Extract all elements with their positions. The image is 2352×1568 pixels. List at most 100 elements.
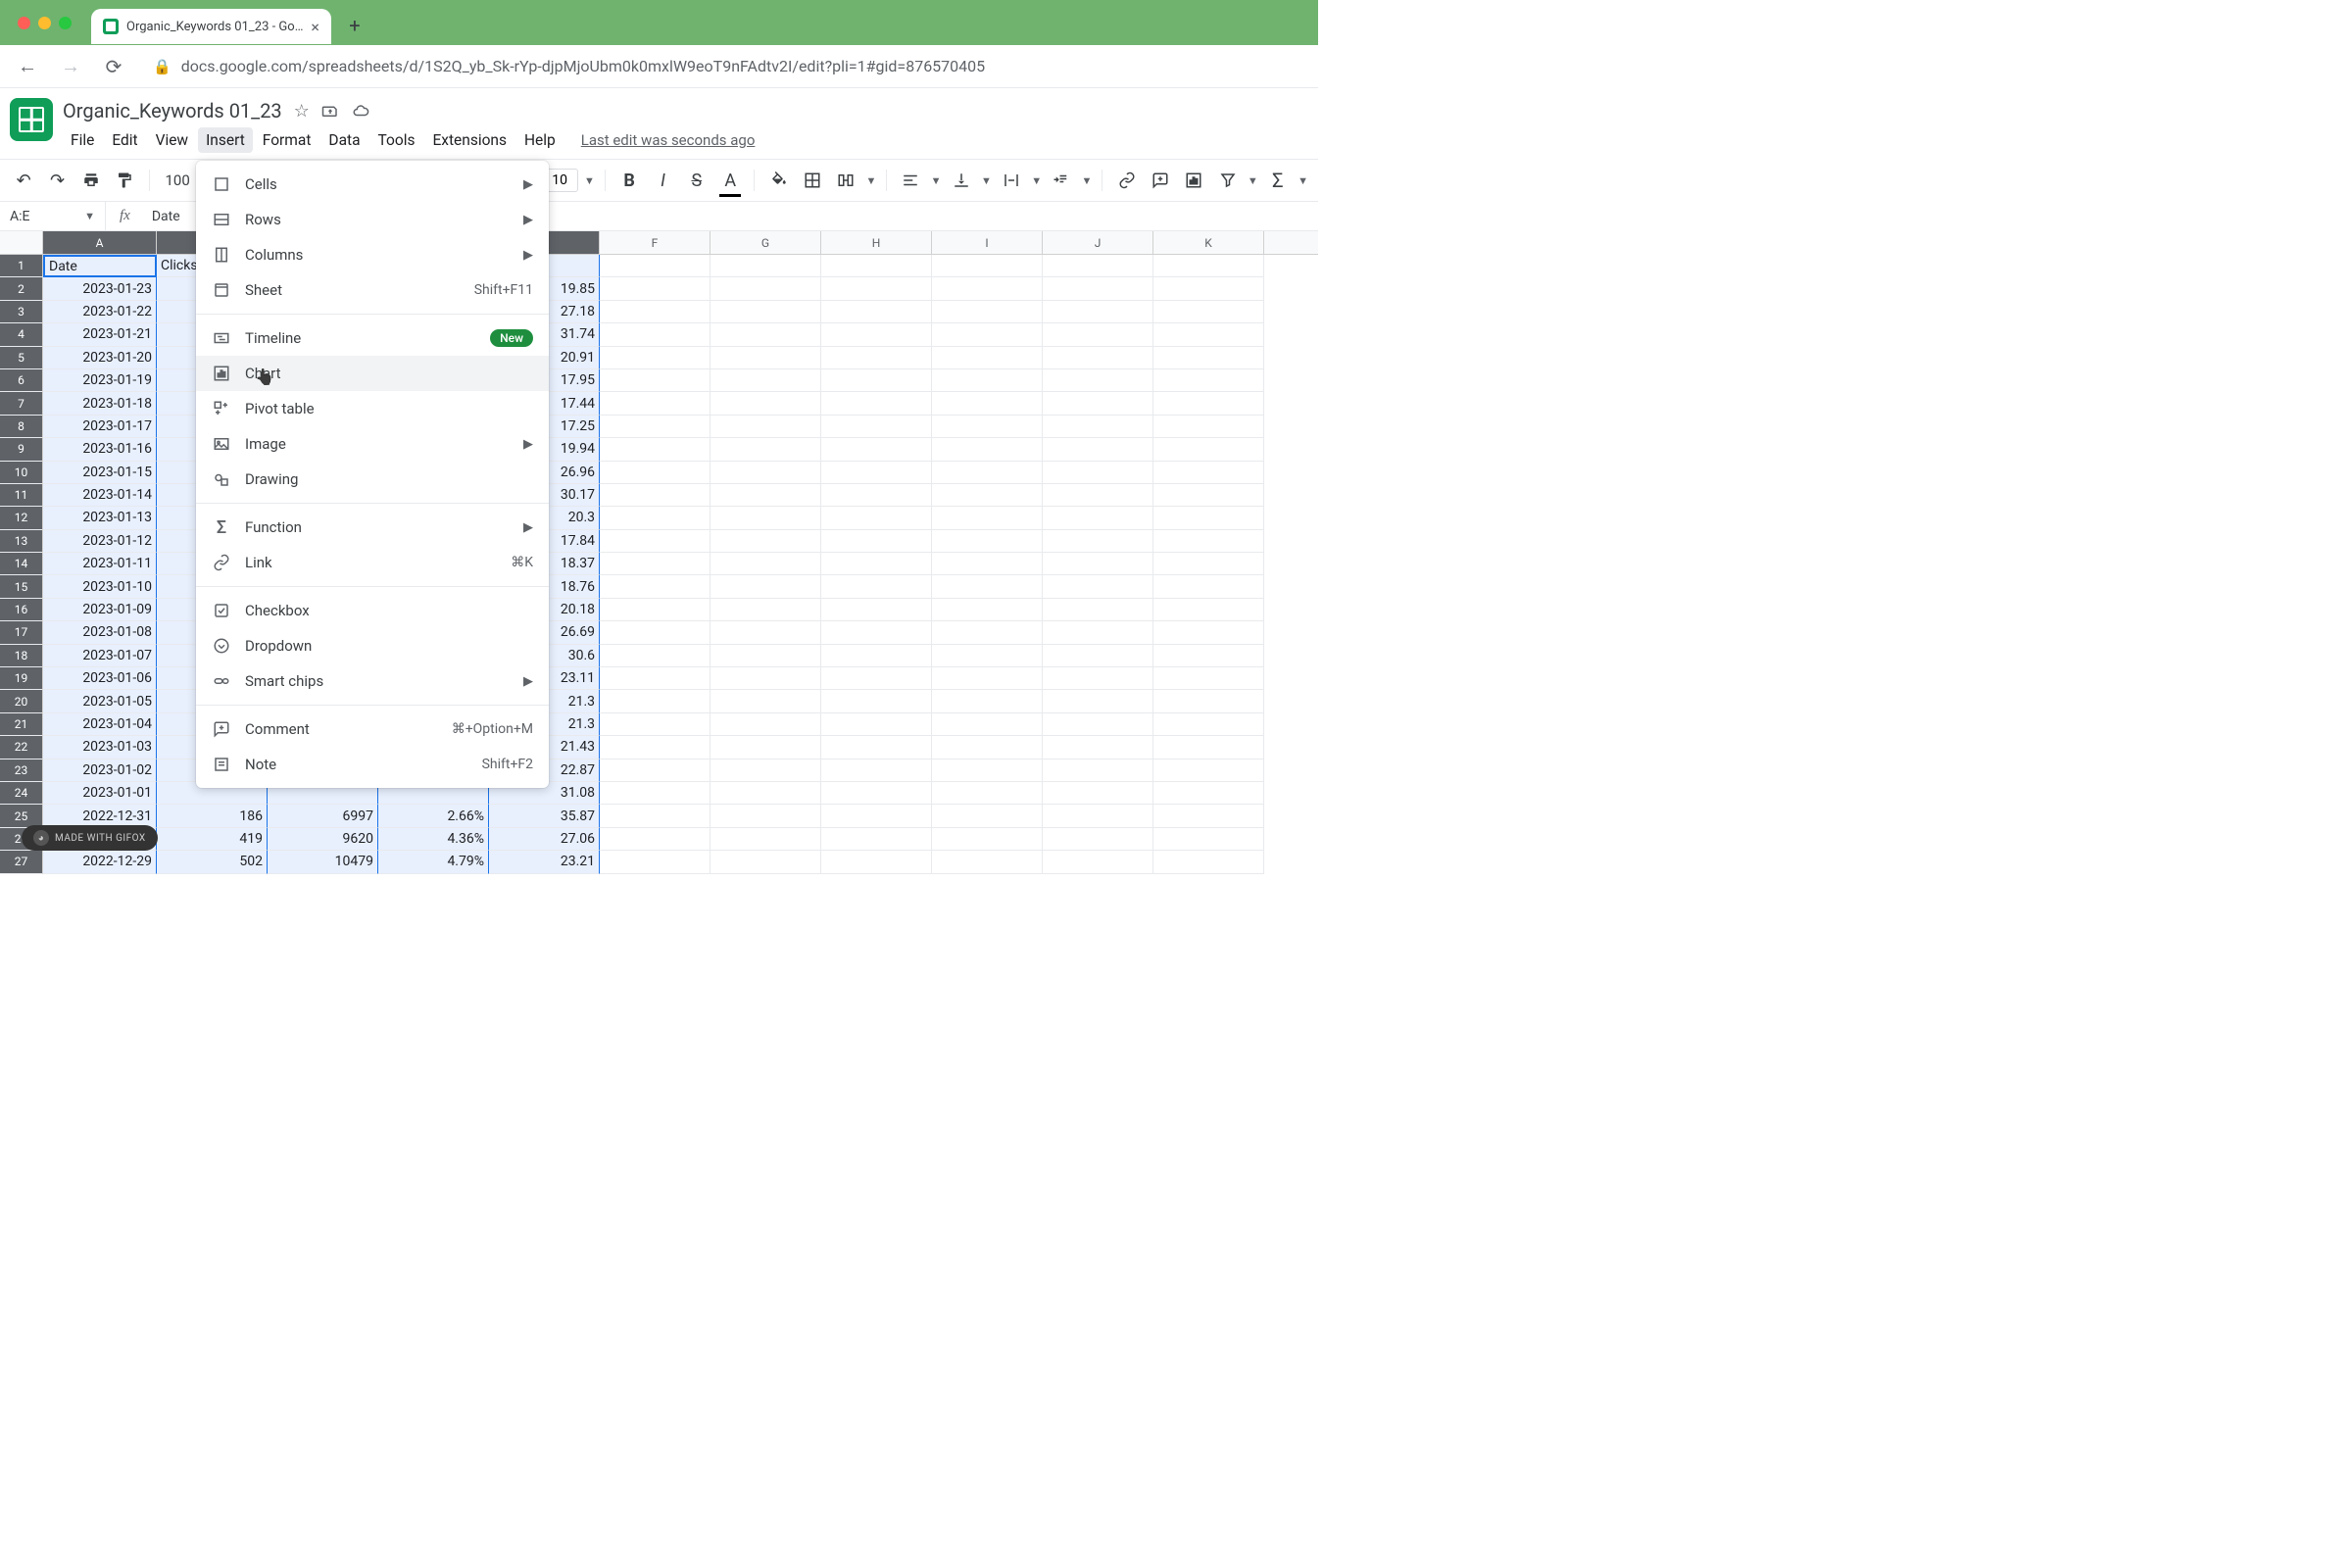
cell[interactable] bbox=[600, 645, 710, 667]
cell[interactable]: 2023-01-15 bbox=[43, 462, 157, 484]
cell[interactable] bbox=[1043, 255, 1153, 277]
cell[interactable]: 6997 bbox=[268, 805, 378, 827]
cell[interactable] bbox=[710, 805, 821, 827]
cell[interactable] bbox=[932, 255, 1043, 277]
cell[interactable] bbox=[821, 416, 932, 438]
cell[interactable]: 2023-01-22 bbox=[43, 301, 157, 323]
cell[interactable] bbox=[1043, 553, 1153, 575]
cell[interactable] bbox=[821, 782, 932, 805]
cell[interactable] bbox=[710, 484, 821, 507]
row-header[interactable]: 13 bbox=[0, 530, 43, 553]
cell[interactable]: 2023-01-14 bbox=[43, 484, 157, 507]
cell[interactable] bbox=[710, 277, 821, 300]
insert-comment-button[interactable] bbox=[1147, 166, 1174, 195]
cell[interactable]: 2023-01-23 bbox=[43, 277, 157, 300]
cell[interactable]: 27.06 bbox=[489, 828, 600, 851]
insert-menu-link[interactable]: Link⌘K bbox=[196, 545, 549, 580]
cell[interactable] bbox=[1043, 484, 1153, 507]
back-button[interactable]: ← bbox=[10, 49, 45, 84]
cell[interactable] bbox=[1043, 782, 1153, 805]
cell[interactable]: 9620 bbox=[268, 828, 378, 851]
cell[interactable] bbox=[1043, 645, 1153, 667]
cell[interactable]: 2022-12-29 bbox=[43, 851, 157, 873]
cell[interactable]: 2023-01-01 bbox=[43, 782, 157, 805]
cell[interactable] bbox=[1153, 599, 1264, 621]
zoom-selector[interactable]: 100 bbox=[159, 172, 195, 189]
cell[interactable] bbox=[932, 713, 1043, 736]
cell[interactable] bbox=[1043, 438, 1153, 461]
cell[interactable] bbox=[710, 530, 821, 553]
cell[interactable] bbox=[1153, 277, 1264, 300]
row-header[interactable]: 18 bbox=[0, 645, 43, 667]
cell[interactable] bbox=[821, 621, 932, 644]
cell[interactable]: 2023-01-10 bbox=[43, 575, 157, 598]
cell[interactable] bbox=[710, 462, 821, 484]
cell[interactable] bbox=[1153, 805, 1264, 827]
cell[interactable] bbox=[710, 347, 821, 369]
insert-menu-drawing[interactable]: Drawing bbox=[196, 462, 549, 497]
cell[interactable] bbox=[932, 690, 1043, 712]
cell[interactable] bbox=[710, 575, 821, 598]
row-header[interactable]: 10 bbox=[0, 462, 43, 484]
insert-menu-pivot-table[interactable]: Pivot table bbox=[196, 391, 549, 426]
cell[interactable] bbox=[1153, 416, 1264, 438]
cell[interactable] bbox=[821, 736, 932, 759]
cell[interactable] bbox=[821, 713, 932, 736]
row-header[interactable]: 23 bbox=[0, 760, 43, 782]
cell[interactable] bbox=[932, 760, 1043, 782]
row-header[interactable]: 20 bbox=[0, 690, 43, 712]
cell[interactable] bbox=[710, 553, 821, 575]
cell[interactable] bbox=[600, 255, 710, 277]
cell[interactable] bbox=[600, 760, 710, 782]
cell[interactable]: 2023-01-02 bbox=[43, 760, 157, 782]
cell[interactable] bbox=[1153, 690, 1264, 712]
fill-color-button[interactable] bbox=[764, 166, 792, 195]
cell[interactable] bbox=[1043, 690, 1153, 712]
cell[interactable] bbox=[600, 277, 710, 300]
cell[interactable] bbox=[1153, 255, 1264, 277]
cell[interactable]: 2023-01-21 bbox=[43, 323, 157, 346]
cell[interactable] bbox=[821, 805, 932, 827]
cell[interactable] bbox=[1043, 301, 1153, 323]
functions-button[interactable]: Σ bbox=[1264, 166, 1292, 195]
cell[interactable] bbox=[1043, 621, 1153, 644]
insert-menu-note[interactable]: NoteShift+F2 bbox=[196, 747, 549, 782]
cell[interactable] bbox=[1153, 323, 1264, 346]
cell[interactable] bbox=[710, 667, 821, 690]
cell[interactable] bbox=[1153, 667, 1264, 690]
row-header[interactable]: 8 bbox=[0, 416, 43, 438]
cell[interactable] bbox=[600, 369, 710, 392]
address-bar[interactable]: 🔒 docs.google.com/spreadsheets/d/1S2Q_yb… bbox=[139, 57, 1308, 75]
insert-menu-cells[interactable]: Cells▶ bbox=[196, 167, 549, 202]
cell[interactable] bbox=[1153, 828, 1264, 851]
cell[interactable] bbox=[821, 462, 932, 484]
row-header[interactable]: 27 bbox=[0, 851, 43, 873]
cell[interactable] bbox=[600, 575, 710, 598]
cell[interactable] bbox=[1153, 760, 1264, 782]
cell[interactable] bbox=[932, 301, 1043, 323]
cell[interactable] bbox=[600, 736, 710, 759]
cell[interactable] bbox=[932, 805, 1043, 827]
cell[interactable] bbox=[932, 667, 1043, 690]
cell[interactable]: 10479 bbox=[268, 851, 378, 873]
cell[interactable]: 2023-01-09 bbox=[43, 599, 157, 621]
cell[interactable] bbox=[710, 782, 821, 805]
chevron-down-icon[interactable]: ▼ bbox=[865, 174, 876, 187]
reload-button[interactable]: ⟳ bbox=[96, 49, 131, 84]
cell[interactable] bbox=[1153, 438, 1264, 461]
cell[interactable] bbox=[600, 438, 710, 461]
cell[interactable]: 2023-01-20 bbox=[43, 347, 157, 369]
insert-menu-timeline[interactable]: TimelineNew bbox=[196, 320, 549, 356]
cell[interactable] bbox=[821, 690, 932, 712]
cell[interactable] bbox=[600, 323, 710, 346]
text-wrap-button[interactable] bbox=[998, 166, 1025, 195]
sheets-logo-icon[interactable] bbox=[10, 98, 53, 141]
cell[interactable] bbox=[821, 347, 932, 369]
insert-menu-function[interactable]: ΣFunction▶ bbox=[196, 510, 549, 545]
cell[interactable] bbox=[710, 713, 821, 736]
cell[interactable] bbox=[710, 392, 821, 415]
cell[interactable] bbox=[1043, 828, 1153, 851]
cell[interactable] bbox=[600, 301, 710, 323]
cell[interactable] bbox=[821, 828, 932, 851]
cell[interactable] bbox=[600, 462, 710, 484]
